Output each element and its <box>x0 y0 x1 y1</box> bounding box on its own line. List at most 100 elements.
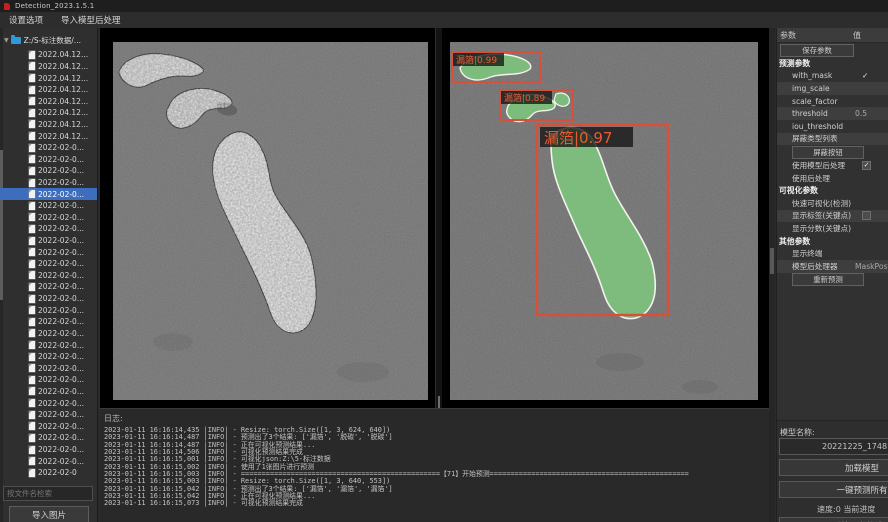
file-icon <box>29 120 35 128</box>
file-icon <box>29 341 35 349</box>
file-icon <box>29 179 35 187</box>
search-input[interactable] <box>3 486 93 501</box>
param-button[interactable]: 保存参数 <box>780 44 854 57</box>
param-row[interactable]: img_scale <box>777 82 888 95</box>
file-icon <box>29 225 35 233</box>
param-row[interactable]: 快速可视化(检测) <box>777 197 888 210</box>
detection-label: 漏箔|0.89 <box>504 92 545 104</box>
tree-item[interactable]: 2022.04.12... <box>0 84 97 96</box>
tree-item[interactable]: 2022-02-0... <box>0 397 97 409</box>
tree-item[interactable]: 2022.04.12... <box>0 119 97 131</box>
tree-item[interactable]: 2022-02-0... <box>0 235 97 247</box>
file-icon <box>29 74 35 82</box>
tree-item[interactable]: 2022-02-0 <box>0 467 97 479</box>
param-row[interactable]: 使用后处理 <box>777 172 888 185</box>
param-row[interactable]: 使用模型后处理✓ <box>777 159 888 172</box>
raw-image-view[interactable] <box>113 42 428 400</box>
predict-all-button[interactable]: 一键预测所有 <box>779 481 888 498</box>
param-label: 使用后处理 <box>777 173 830 184</box>
menu-item-import-postprocess[interactable]: 导入模型后处理 <box>52 12 130 28</box>
file-icon <box>29 62 35 70</box>
tree-item[interactable]: 2022-02-0... <box>0 362 97 374</box>
param-button-row: 屏蔽按钮 <box>777 145 888 159</box>
tree-item[interactable]: 2022.04.12... <box>0 61 97 73</box>
tree-item[interactable]: 2022.04.12... <box>0 72 97 84</box>
tree-item[interactable]: 2022-02-0... <box>0 316 97 328</box>
param-row[interactable]: 屏蔽类型列表 <box>777 133 888 146</box>
file-tree-items: 2022.04.12...2022.04.12...2022.04.12...2… <box>0 49 97 479</box>
tree-item[interactable]: 2022.04.12... <box>0 130 97 142</box>
param-row[interactable]: 显示终端 <box>777 247 888 260</box>
tree-item-label: 2022-02-0... <box>38 433 84 442</box>
tree-item[interactable]: 2022-02-0... <box>0 281 97 293</box>
param-button[interactable]: 重新预测 <box>792 273 864 286</box>
tree-item[interactable]: 2022-02-0... <box>0 188 97 200</box>
param-label: 屏蔽类型列表 <box>777 133 838 144</box>
param-row[interactable]: 模型后处理器MaskPostPro <box>777 260 888 273</box>
file-icon <box>29 144 35 152</box>
tree-item[interactable]: 2022-02-0... <box>0 304 97 316</box>
tree-item[interactable]: 2022-02-0... <box>0 432 97 444</box>
tree-root[interactable]: ▼ Z:/S-标注数据/... <box>4 35 81 46</box>
tree-item[interactable]: 2022-02-0... <box>0 270 97 282</box>
tree-item[interactable]: 2022-02-0... <box>0 455 97 467</box>
tree-item[interactable]: 2022-02-0... <box>0 339 97 351</box>
tree-item[interactable]: 2022-02-0... <box>0 293 97 305</box>
postprocess-params-button[interactable]: 后处理参数设置 <box>779 517 888 522</box>
tree-item[interactable]: 2022-02-0... <box>0 258 97 270</box>
param-row[interactable]: 显示分数(关键点) <box>777 222 888 235</box>
tree-item-label: 2022-02-0... <box>38 213 84 222</box>
file-icon <box>29 364 35 372</box>
tree-item[interactable]: 2022.04.12... <box>0 95 97 107</box>
tree-item[interactable]: 2022.04.12... <box>0 107 97 119</box>
param-row[interactable]: threshold0.5 <box>777 107 888 120</box>
tree-item-label: 2022.04.12... <box>38 120 88 129</box>
param-row[interactable]: iou_threshold <box>777 120 888 133</box>
tree-item-label: 2022-02-0... <box>38 306 84 315</box>
file-icon <box>29 271 35 279</box>
param-label: 模型后处理器 <box>777 261 838 272</box>
load-model-button[interactable]: 加载模型 <box>779 459 888 476</box>
tree-item[interactable]: 2022-02-0... <box>0 409 97 421</box>
model-name-field[interactable]: 20221225_174813 <box>779 438 888 455</box>
param-row[interactable]: scale_factor <box>777 95 888 108</box>
param-checkbox[interactable] <box>862 211 871 220</box>
prediction-image-view[interactable]: 漏箔|0.99 漏箔|0.89 漏箔|0.97 <box>450 42 758 400</box>
tree-item-label: 2022-02-0... <box>38 259 84 268</box>
param-label: iou_threshold <box>777 122 843 131</box>
tree-item-label: 2022-02-0... <box>38 201 84 210</box>
params-scrollbar-thumb[interactable] <box>770 248 774 274</box>
tree-item[interactable]: 2022-02-0... <box>0 212 97 224</box>
param-label: 预测参数 <box>777 58 810 69</box>
tree-item[interactable]: 2022-02-0... <box>0 328 97 340</box>
expand-arrow-icon[interactable]: ▼ <box>4 37 9 44</box>
file-icon <box>29 295 35 303</box>
param-button[interactable]: 屏蔽按钮 <box>792 146 864 159</box>
splitter-grip[interactable] <box>438 396 440 408</box>
import-images-button[interactable]: 导入图片 <box>9 506 89 522</box>
tree-item[interactable]: 2022-02-0... <box>0 421 97 433</box>
param-group-header: 其他参数 <box>777 235 888 248</box>
params-scrollbar[interactable] <box>769 28 775 522</box>
tree-item[interactable]: 2022-02-0... <box>0 246 97 258</box>
param-checkbox[interactable]: ✓ <box>862 161 871 170</box>
tree-item[interactable]: 2022-02-0... <box>0 177 97 189</box>
tree-item[interactable]: 2022-02-0... <box>0 374 97 386</box>
tree-item[interactable]: 2022-02-0... <box>0 444 97 456</box>
tree-item-label: 2022-02-0... <box>38 271 84 280</box>
tree-item[interactable]: 2022-02-0... <box>0 165 97 177</box>
tree-item[interactable]: 2022-02-0... <box>0 142 97 154</box>
menu-item-settings[interactable]: 设置选项 <box>0 12 52 28</box>
tree-item[interactable]: 2022-02-0... <box>0 153 97 165</box>
file-icon <box>29 376 35 384</box>
tree-item[interactable]: 2022.04.12... <box>0 49 97 61</box>
tree-item[interactable]: 2022-02-0... <box>0 386 97 398</box>
param-row[interactable]: 显示标签(关键点) <box>777 210 888 223</box>
tree-item[interactable]: 2022-02-0... <box>0 351 97 363</box>
tree-item[interactable]: 2022-02-0... <box>0 200 97 212</box>
file-icon <box>29 202 35 210</box>
param-row[interactable]: with_mask✓ <box>777 70 888 83</box>
tree-item-label: 2022-02-0... <box>38 341 84 350</box>
tree-item[interactable]: 2022-02-0... <box>0 223 97 235</box>
panel-splitter[interactable] <box>435 28 442 408</box>
